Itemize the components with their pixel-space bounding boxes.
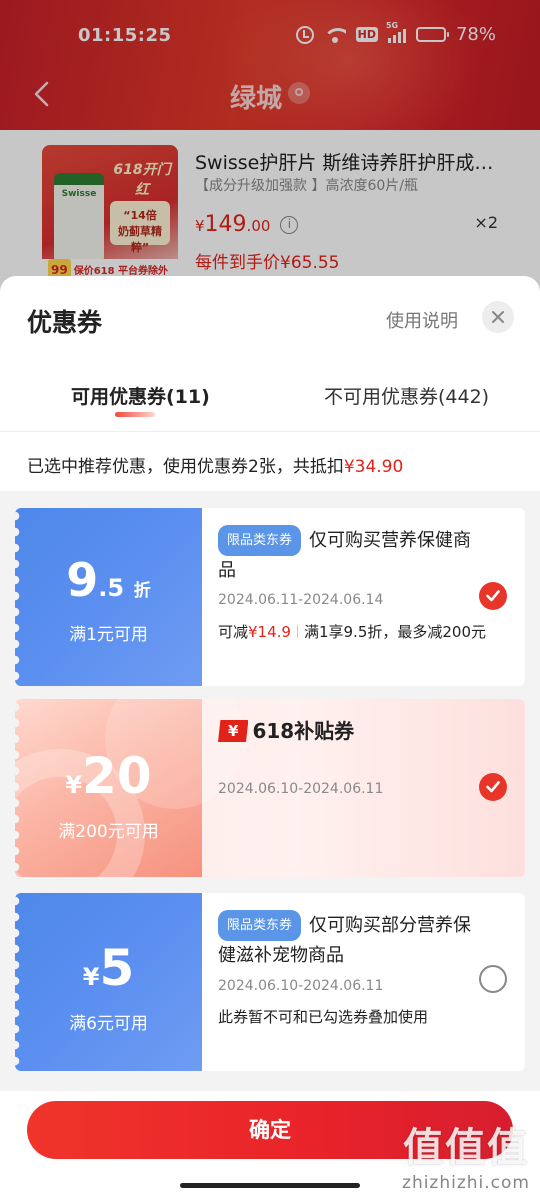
home-indicator[interactable] [180, 1183, 360, 1188]
watermark: 值值值 zhizhizhi.com [402, 1115, 530, 1193]
coupon-value: 9.5 折 [15, 553, 202, 607]
coupon-desc-prefix: 可减 [218, 623, 249, 641]
coupon-value-symbol: ¥ [65, 771, 83, 799]
coupon-value-panel: ¥20 满200元可用 [15, 699, 245, 877]
coupon-value-panel: 9.5 折 满1元可用 [15, 508, 202, 686]
close-button[interactable] [482, 301, 514, 333]
sheet-title: 优惠券 [27, 308, 103, 337]
coupon-checkbox-unchecked[interactable] [479, 965, 507, 993]
checkmark-icon [486, 781, 500, 793]
usage-instructions-link[interactable]: 使用说明 [386, 307, 458, 333]
coupon-title: 限品类东券 仅可购买部分营养保健滋补宠物商品 [218, 910, 485, 970]
coupon-checkbox-checked[interactable] [479, 582, 507, 610]
close-icon [492, 311, 504, 323]
selection-summary: 已选中推荐优惠，使用优惠券2张，共抵扣¥34.90 [27, 452, 403, 477]
coupon-date: 2024.06.10-2024.06.11 [218, 781, 384, 797]
coupon-desc-rest: 满1享9.5折，最多减200元 [303, 623, 486, 641]
coupon-value: ¥20 [15, 747, 202, 805]
coupon-date: 2024.06.11-2024.06.14 [218, 592, 384, 608]
coupon-category-badge: 限品类东券 [218, 525, 302, 556]
coupon-value-main: 5 [99, 939, 135, 997]
coupon-desc-amount: ¥14.9 [248, 623, 291, 641]
coupon-card-discount[interactable]: 9.5 折 满1元可用 限品类东券 仅可购买营养保健商品 2024.06.11-2… [15, 508, 525, 686]
tab-unavailable-coupons[interactable]: 不可用优惠券(442) [324, 382, 489, 409]
coupon-desc: 此券暂不可和已勾选券叠加使用 [218, 1008, 429, 1026]
coupon-card-cash[interactable]: ¥5 满6元可用 限品类东券 仅可购买部分营养保健滋补宠物商品 2024.06.1… [15, 893, 525, 1071]
coupon-info: ¥618补贴券 2024.06.10-2024.06.11 [202, 699, 525, 877]
tab-available-coupons[interactable]: 可用优惠券(11) [71, 382, 210, 409]
coupon-sheet: 优惠券 使用说明 可用优惠券(11) 不可用优惠券(442) 已选中推荐优惠，使… [0, 276, 540, 1200]
coupon-condition: 满200元可用 [58, 822, 159, 842]
coupon-value-sub: .5 [98, 574, 125, 602]
checkmark-icon [486, 590, 500, 602]
coupon-info: 限品类东券 仅可购买营养保健商品 2024.06.11-2024.06.14 可减… [202, 508, 525, 686]
dim-overlay[interactable] [0, 0, 540, 300]
coupon-list: 9.5 折 满1元可用 限品类东券 仅可购买营养保健商品 2024.06.11-2… [0, 491, 540, 1091]
coupon-card-618[interactable]: ¥20 满200元可用 ¥618补贴券 2024.06.10-2024.06.1… [15, 699, 525, 877]
coupon-category-badge: 限品类东券 [218, 910, 302, 941]
coupon-condition: 满1元可用 [69, 625, 148, 645]
summary-amount: ¥34.90 [343, 457, 404, 477]
coupon-value-unit: 折 [133, 581, 151, 601]
coupon-condition: 满6元可用 [69, 1014, 148, 1034]
coupon-checkbox-checked[interactable] [479, 773, 507, 801]
tab-divider [0, 431, 540, 432]
tab-active-indicator [115, 412, 155, 417]
coupon-desc: 可减¥14.9 满1享9.5折，最多减200元 [218, 621, 486, 642]
subsidy-badge: ¥ [218, 720, 249, 742]
coupon-info: 限品类东券 仅可购买部分营养保健滋补宠物商品 2024.06.10-2024.06… [202, 893, 525, 1071]
coupon-value-symbol: ¥ [82, 963, 100, 991]
coupon-value: ¥5 [15, 939, 202, 997]
coupon-title-text: 618补贴券 [252, 719, 355, 743]
coupon-date: 2024.06.10-2024.06.11 [218, 978, 384, 994]
coupon-title: ¥618补贴券 [218, 715, 354, 744]
summary-text: 已选中推荐优惠，使用优惠券2张，共抵扣 [27, 457, 344, 477]
watermark-url: zhizhizhi.com [402, 1173, 530, 1193]
coupon-title: 限品类东券 仅可购买营养保健商品 [218, 525, 485, 585]
coupon-value-panel: ¥5 满6元可用 [15, 893, 202, 1071]
coupon-value-main: 20 [82, 747, 152, 805]
coupon-value-main: 9 [66, 553, 99, 607]
watermark-logo: 值值值 [403, 1125, 529, 1171]
